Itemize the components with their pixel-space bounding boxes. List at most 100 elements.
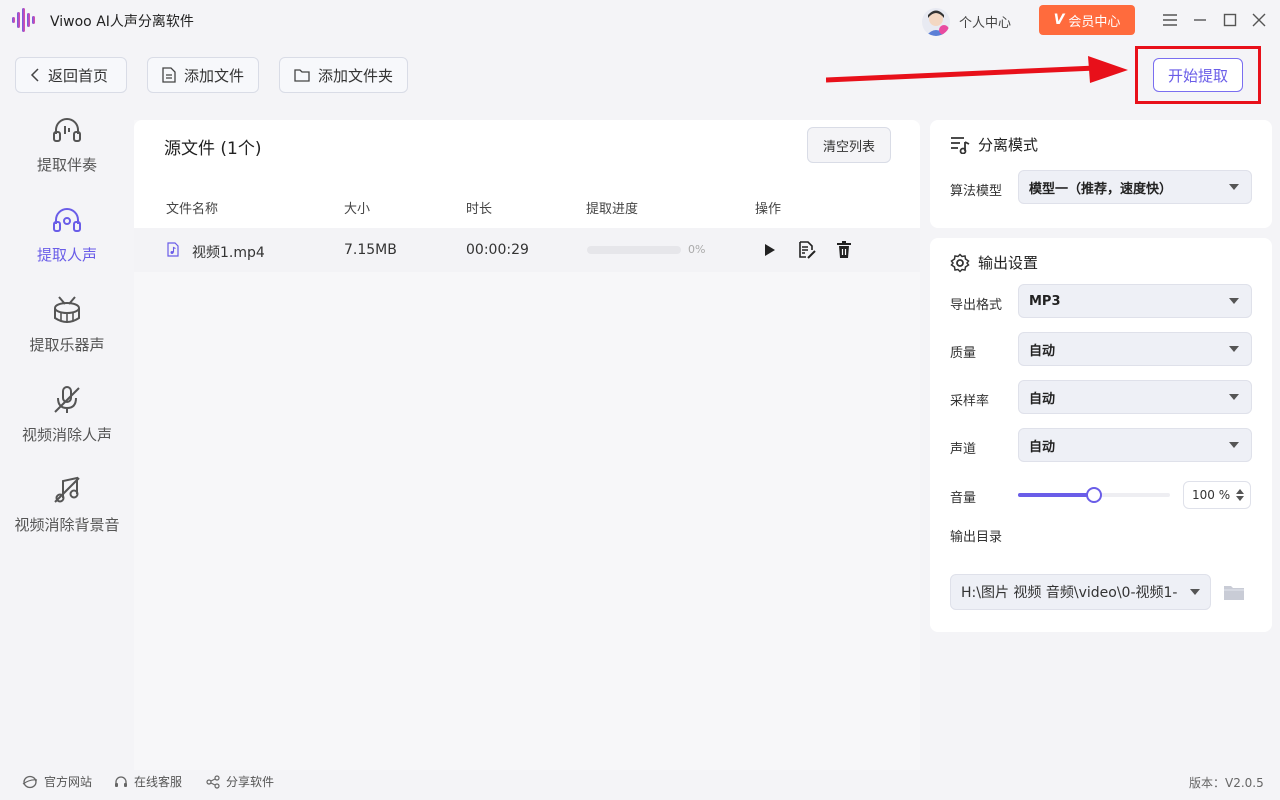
- output-settings-title: 输出设置: [978, 254, 1039, 272]
- output-dir-value: H:\图片 视频 音频\video\0-视频1-: [961, 585, 1178, 601]
- sidebar-item-label: 提取乐器声: [29, 336, 105, 354]
- avatar[interactable]: [922, 8, 950, 36]
- vip-badge-icon: V: [1053, 12, 1065, 28]
- progress-percent: 0%: [688, 243, 706, 256]
- music-file-icon: [167, 242, 179, 257]
- sidebar-item-vocals[interactable]: 提取人声: [0, 204, 134, 290]
- sample-rate-label: 采样率: [950, 394, 990, 409]
- format-value: MP3: [1029, 293, 1061, 309]
- delete-icon[interactable]: [837, 241, 851, 259]
- format-label: 导出格式: [950, 298, 1003, 313]
- file-icon: [162, 67, 176, 83]
- add-file-label: 添加文件: [184, 66, 245, 85]
- version-text: 版本：V2.0.5: [1189, 776, 1264, 790]
- close-icon[interactable]: [1249, 10, 1269, 30]
- file-duration: 00:00:29: [466, 242, 529, 258]
- model-value: 模型一（推荐，速度快）: [1029, 181, 1173, 197]
- sample-rate-select[interactable]: 自动: [1018, 380, 1252, 414]
- sidebar-item-video-remove-vocals[interactable]: 视频消除人声: [0, 384, 134, 470]
- volume-input[interactable]: 100 %: [1183, 481, 1251, 509]
- spinner-arrows-icon: [1236, 489, 1244, 501]
- add-folder-label: 添加文件夹: [318, 66, 394, 85]
- sidebar-item-label: 提取人声: [36, 246, 97, 264]
- separation-mode-heading: 分离模式: [950, 134, 1038, 155]
- model-select[interactable]: 模型一（推荐，速度快）: [1018, 170, 1252, 204]
- sidebar-item-label: 提取伴奏: [36, 156, 97, 174]
- vip-label: 会员中心: [1068, 14, 1121, 30]
- column-header-size: 大小: [344, 202, 371, 217]
- edit-file-icon[interactable]: [798, 241, 816, 259]
- play-icon[interactable]: [764, 243, 776, 257]
- chevron-left-icon: [30, 68, 39, 82]
- channel-value: 自动: [1029, 439, 1056, 455]
- source-files-title: 源文件 (1个): [164, 139, 262, 159]
- volume-slider-thumb[interactable]: [1086, 487, 1102, 503]
- headset-icon: [115, 775, 127, 787]
- column-header-name: 文件名称: [166, 202, 219, 217]
- extract-progress-bar: [587, 246, 681, 254]
- share-icon: [206, 774, 220, 789]
- vip-center-button[interactable]: V 会员中心: [1039, 5, 1135, 35]
- globe-icon: [22, 775, 38, 788]
- online-support-link[interactable]: 在线客服: [114, 773, 182, 790]
- red-arrow-annotation: [826, 56, 1128, 83]
- open-folder-icon[interactable]: [1223, 583, 1245, 601]
- output-dir-label: 输出目录: [950, 530, 1003, 545]
- caret-down-icon: [1229, 346, 1239, 352]
- sidebar-item-video-remove-bgm[interactable]: 视频消除背景音: [0, 474, 134, 560]
- sliders-music-icon: [951, 136, 970, 154]
- table-header-row: [134, 190, 920, 228]
- volume-value: 100 %: [1192, 488, 1231, 502]
- channel-select[interactable]: 自动: [1018, 428, 1252, 462]
- app-title: Viwoo AI人声分离软件: [50, 14, 194, 30]
- format-select[interactable]: MP3: [1018, 284, 1252, 318]
- column-header-actions: 操作: [755, 202, 782, 217]
- back-home-label: 返回首页: [48, 66, 109, 85]
- share-software-link[interactable]: 分享软件: [206, 773, 274, 790]
- add-folder-button[interactable]: 添加文件夹: [279, 57, 408, 93]
- menu-icon[interactable]: [1160, 10, 1180, 30]
- add-file-button[interactable]: 添加文件: [147, 57, 259, 93]
- sidebar-item-accompaniment[interactable]: 提取伴奏: [0, 114, 134, 200]
- user-center-link[interactable]: 个人中心: [959, 12, 1011, 31]
- vocal-headphones-icon: [53, 208, 81, 232]
- caret-down-icon: [1190, 589, 1200, 595]
- quality-select[interactable]: 自动: [1018, 332, 1252, 366]
- column-header-duration: 时长: [466, 202, 493, 217]
- music-off-icon: [54, 476, 80, 503]
- minimize-icon[interactable]: [1190, 10, 1210, 30]
- folder-icon: [294, 69, 310, 82]
- start-extract-button[interactable]: 开始提取: [1153, 58, 1243, 92]
- caret-down-icon: [1229, 442, 1239, 448]
- mic-off-icon: [54, 386, 80, 413]
- sidebar-item-instruments[interactable]: 提取乐器声: [0, 294, 134, 380]
- app-logo-icon: [10, 6, 40, 34]
- channel-label: 声道: [950, 442, 977, 457]
- online-support-label: 在线客服: [134, 775, 183, 789]
- caret-down-icon: [1229, 298, 1239, 304]
- volume-label: 音量: [950, 491, 977, 506]
- maximize-icon[interactable]: [1220, 10, 1240, 30]
- quality-value: 自动: [1029, 343, 1056, 359]
- back-home-button[interactable]: 返回首页: [15, 57, 127, 93]
- sample-rate-value: 自动: [1029, 391, 1056, 407]
- official-website-link[interactable]: 官方网站: [22, 773, 92, 790]
- official-website-label: 官方网站: [44, 775, 93, 789]
- sidebar-item-label: 视频消除背景音: [14, 516, 120, 534]
- clear-list-button[interactable]: 清空列表: [807, 127, 891, 163]
- separation-mode-title: 分离模式: [978, 136, 1039, 154]
- volume-slider-fill: [1018, 493, 1094, 497]
- output-dir-select[interactable]: H:\图片 视频 音频\video\0-视频1-: [950, 574, 1211, 610]
- output-settings-heading: 输出设置: [950, 252, 1038, 273]
- headphones-icon: [53, 118, 81, 142]
- sidebar-item-label: 视频消除人声: [21, 426, 112, 444]
- share-software-label: 分享软件: [226, 775, 275, 789]
- caret-down-icon: [1229, 394, 1239, 400]
- model-label: 算法模型: [950, 184, 1003, 199]
- gear-icon: [950, 252, 970, 273]
- caret-down-icon: [1229, 184, 1239, 190]
- file-name: 视频1.mp4: [192, 245, 265, 261]
- column-header-progress: 提取进度: [586, 202, 639, 217]
- file-size: 7.15MB: [344, 242, 397, 258]
- drum-icon: [54, 296, 80, 323]
